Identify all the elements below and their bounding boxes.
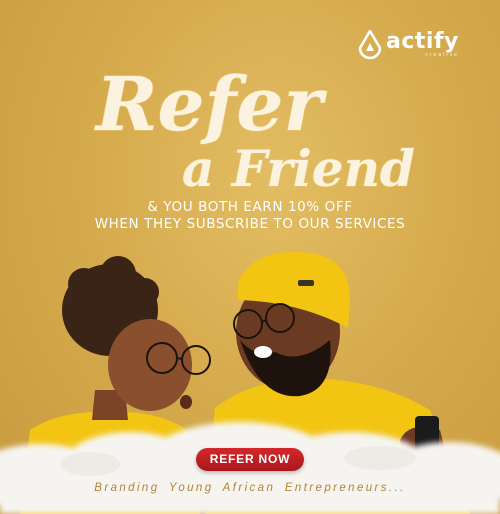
drop-a-icon xyxy=(358,30,382,60)
offer-line-2: WHEN THEY SUBSCRIBE TO OUR SERVICES xyxy=(94,216,406,232)
headline-a-friend: a Friend xyxy=(182,139,415,198)
brand-name: actify xyxy=(386,29,459,54)
refer-now-button[interactable]: REFER NOW xyxy=(196,448,304,471)
referral-poster: actify creative Refer a Friend & YOU BOT… xyxy=(0,0,500,514)
offer-line-1: & YOU BOTH EARN 10% OFF xyxy=(147,199,353,215)
headline-refer: Refer xyxy=(94,62,327,148)
brand-subtitle: creative xyxy=(425,52,459,58)
brand-logo[interactable]: actify creative xyxy=(358,30,459,60)
offer-text: & YOU BOTH EARN 10% OFF WHEN THEY SUBSCR… xyxy=(0,199,500,233)
brand-tagline: Branding Young African Entrepreneurs... xyxy=(94,482,406,494)
